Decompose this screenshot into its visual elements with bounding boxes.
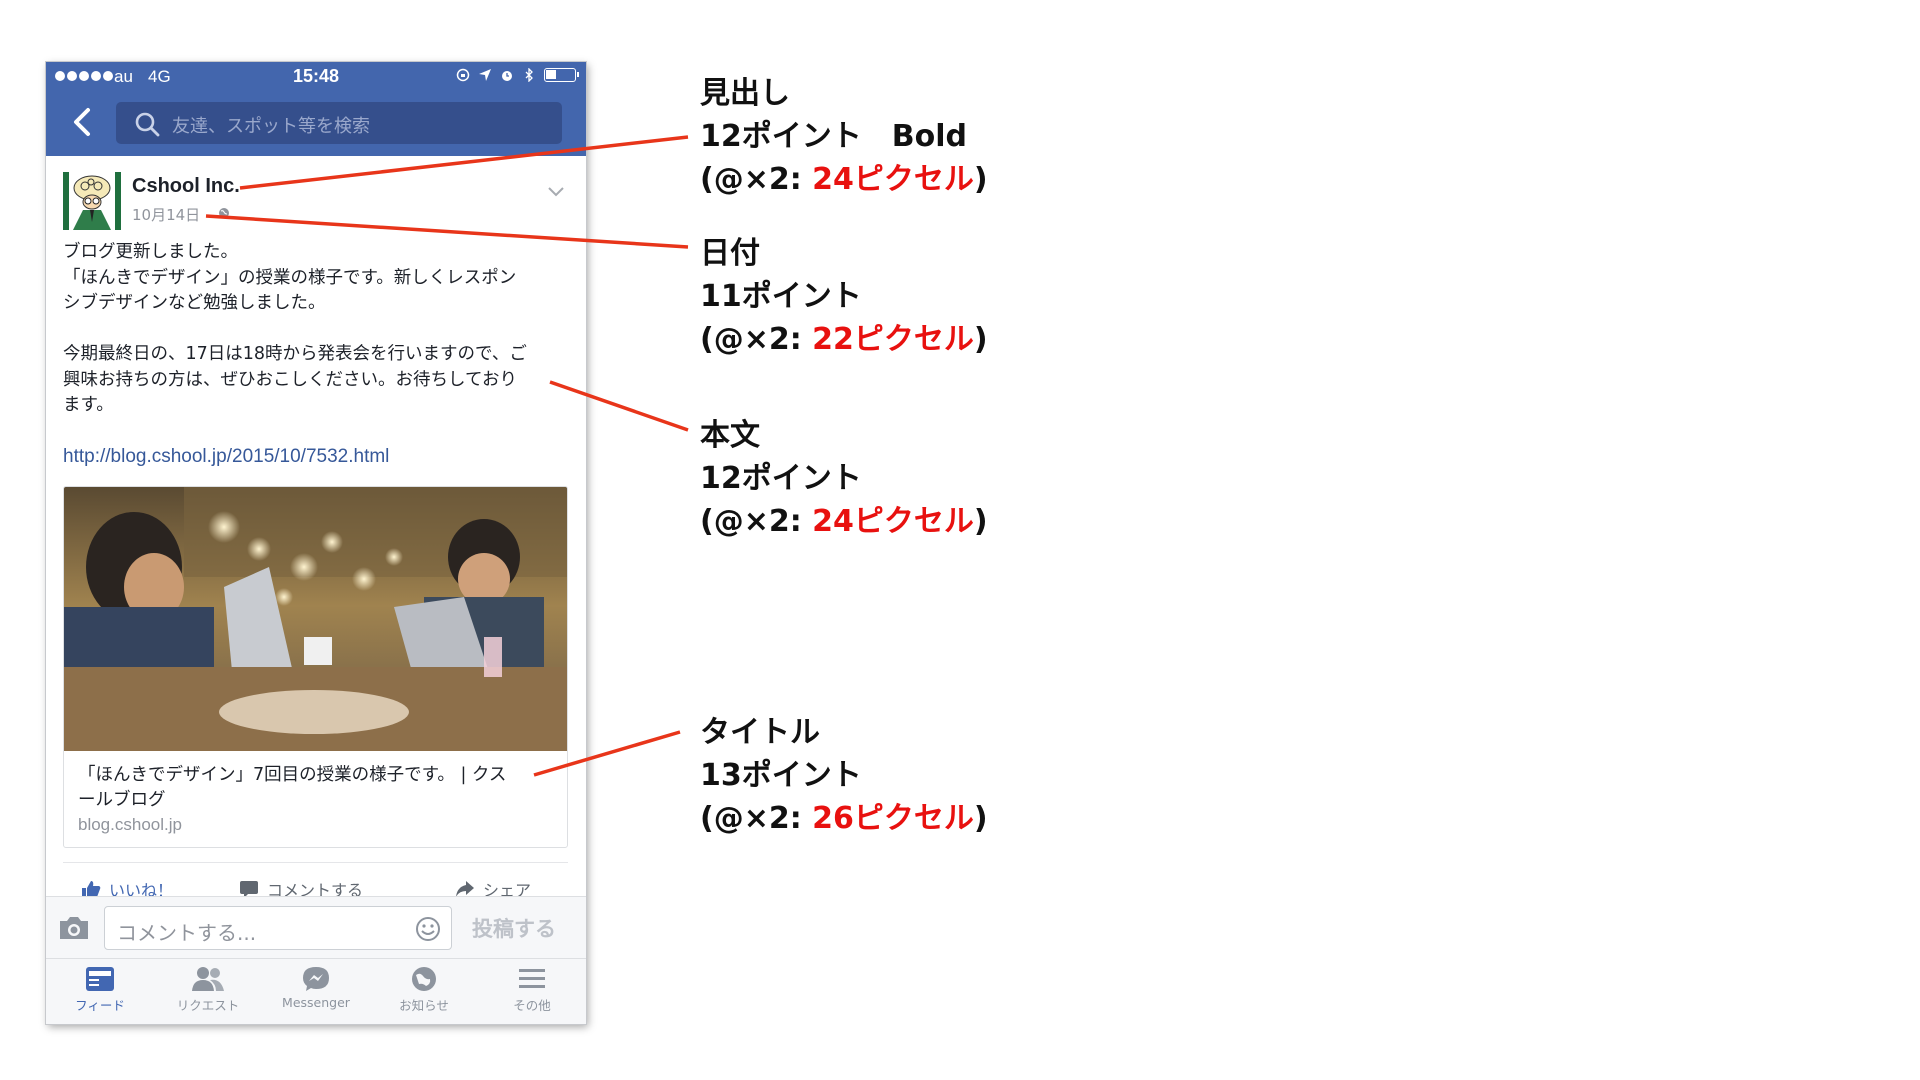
tab-messenger[interactable]: Messenger bbox=[262, 965, 370, 1010]
tab-requests-label: リクエスト bbox=[176, 998, 240, 1013]
search-input[interactable]: 友達、スポット等を検索 bbox=[116, 102, 562, 144]
tab-bar: フィード リクエスト Messenger お知らせ その他 bbox=[46, 958, 586, 1024]
like-label: いいね！ bbox=[109, 881, 174, 896]
comment-placeholder: コメントする... bbox=[117, 921, 257, 945]
rotation-lock-icon bbox=[456, 68, 470, 82]
share-button[interactable]: シェア bbox=[455, 877, 531, 896]
annotation-title: タイトル 13ポイント (@×2: 26ピクセル) bbox=[700, 711, 988, 840]
annotation-date: 日付 11ポイント (@×2: 22ピクセル) bbox=[700, 232, 988, 361]
tab-messenger-label: Messenger bbox=[282, 995, 350, 1010]
camera-icon[interactable] bbox=[58, 915, 90, 941]
status-bar: au 4G 15:48 bbox=[46, 62, 586, 92]
tab-notifications-label: お知らせ bbox=[399, 998, 449, 1013]
slide: au 4G 15:48 友達、スポット等を検索 Cshool Inc. 10月1… bbox=[0, 0, 1920, 1080]
battery-icon bbox=[544, 68, 579, 82]
alarm-icon bbox=[502, 71, 512, 81]
notifications-globe-icon bbox=[412, 967, 436, 991]
post-date[interactable]: 10月14日 bbox=[132, 204, 200, 225]
thumbs-up-icon bbox=[82, 881, 101, 896]
tab-feed[interactable]: フィード bbox=[46, 965, 154, 1014]
feed-icon bbox=[86, 967, 114, 991]
annotation-body-pixels: (@×2: 24ピクセル) bbox=[700, 504, 988, 539]
search-icon bbox=[135, 112, 160, 137]
post-card: Cshool Inc. 10月14日 ブログ更新しました。 「ほんきでデザイン」… bbox=[46, 156, 586, 896]
page-avatar[interactable] bbox=[63, 172, 121, 230]
annotation-heading: 見出し 12ポイント Bold (@×2: 24ピクセル) bbox=[700, 72, 988, 201]
post-body-text: ブログ更新しました。 「ほんきでデザイン」の授業の様子です。新しくレスポン シブ… bbox=[63, 242, 527, 415]
phone-screen: au 4G 15:48 友達、スポット等を検索 Cshool Inc. 10月1… bbox=[46, 62, 586, 1024]
link-preview-title: 「ほんきでデザイン」7回目の授業の様子です。 | クス ールブログ bbox=[78, 765, 507, 810]
globe-icon bbox=[219, 208, 229, 218]
search-placeholder: 友達、スポット等を検索 bbox=[172, 116, 370, 137]
annotation-body: 本文 12ポイント (@×2: 24ピクセル) bbox=[700, 414, 988, 543]
comment-bubble-icon bbox=[240, 881, 258, 896]
back-chevron-icon[interactable] bbox=[64, 102, 104, 142]
annotation-date-pixels: (@×2: 22ピクセル) bbox=[700, 322, 988, 357]
comment-label: コメントする bbox=[267, 881, 364, 896]
share-arrow-icon bbox=[456, 881, 474, 896]
friend-requests-icon bbox=[192, 967, 224, 991]
share-label: シェア bbox=[483, 881, 532, 896]
link-preview-domain: blog.cshool.jp bbox=[78, 815, 182, 834]
post-comment-button[interactable]: 投稿する bbox=[472, 913, 556, 943]
annotation-body-name: 本文 bbox=[700, 418, 760, 453]
comment-bar: コメントする... 投稿する bbox=[46, 896, 586, 958]
comment-input[interactable]: コメントする... bbox=[104, 906, 452, 950]
annotation-body-points: 12ポイント bbox=[700, 461, 862, 496]
facebook-top-bar: au 4G 15:48 友達、スポット等を検索 bbox=[46, 62, 586, 156]
tab-requests[interactable]: リクエスト bbox=[154, 965, 262, 1014]
tab-more[interactable]: その他 bbox=[478, 965, 586, 1014]
annotation-heading-pixels: (@×2: 24ピクセル) bbox=[700, 162, 988, 197]
annotation-title-points: 13ポイント bbox=[700, 758, 862, 793]
annotation-title-name: タイトル bbox=[700, 715, 820, 750]
tab-feed-label: フィード bbox=[75, 998, 125, 1013]
messenger-icon bbox=[303, 967, 329, 991]
page-name[interactable]: Cshool Inc. bbox=[132, 175, 240, 198]
link-preview-photo bbox=[64, 487, 567, 751]
news-feed[interactable]: Cshool Inc. 10月14日 ブログ更新しました。 「ほんきでデザイン」… bbox=[46, 156, 586, 896]
post-action-row: いいね！ コメントする シェア bbox=[63, 862, 568, 896]
comment-button[interactable]: コメントする bbox=[239, 877, 363, 896]
annotation-date-points: 11ポイント bbox=[700, 279, 862, 314]
smiley-icon[interactable] bbox=[415, 916, 441, 942]
chevron-down-icon[interactable] bbox=[546, 184, 566, 198]
link-preview[interactable]: 「ほんきでデザイン」7回目の授業の様子です。 | クス ールブログ blog.c… bbox=[63, 486, 568, 848]
location-arrow-icon bbox=[479, 69, 491, 81]
status-icons bbox=[456, 68, 579, 82]
post-link[interactable]: http://blog.cshool.jp/2015/10/7532.html bbox=[63, 446, 389, 468]
annotation-date-name: 日付 bbox=[700, 236, 760, 271]
annotation-title-pixels: (@×2: 26ピクセル) bbox=[700, 801, 988, 836]
bluetooth-icon bbox=[525, 68, 533, 82]
tab-more-label: その他 bbox=[513, 998, 551, 1013]
tab-notifications[interactable]: お知らせ bbox=[370, 965, 478, 1014]
annotation-heading-points: 12ポイント Bold bbox=[700, 119, 967, 154]
annotation-heading-name: 見出し bbox=[700, 76, 790, 111]
like-button[interactable]: いいね！ bbox=[81, 877, 173, 896]
menu-icon bbox=[519, 969, 545, 988]
